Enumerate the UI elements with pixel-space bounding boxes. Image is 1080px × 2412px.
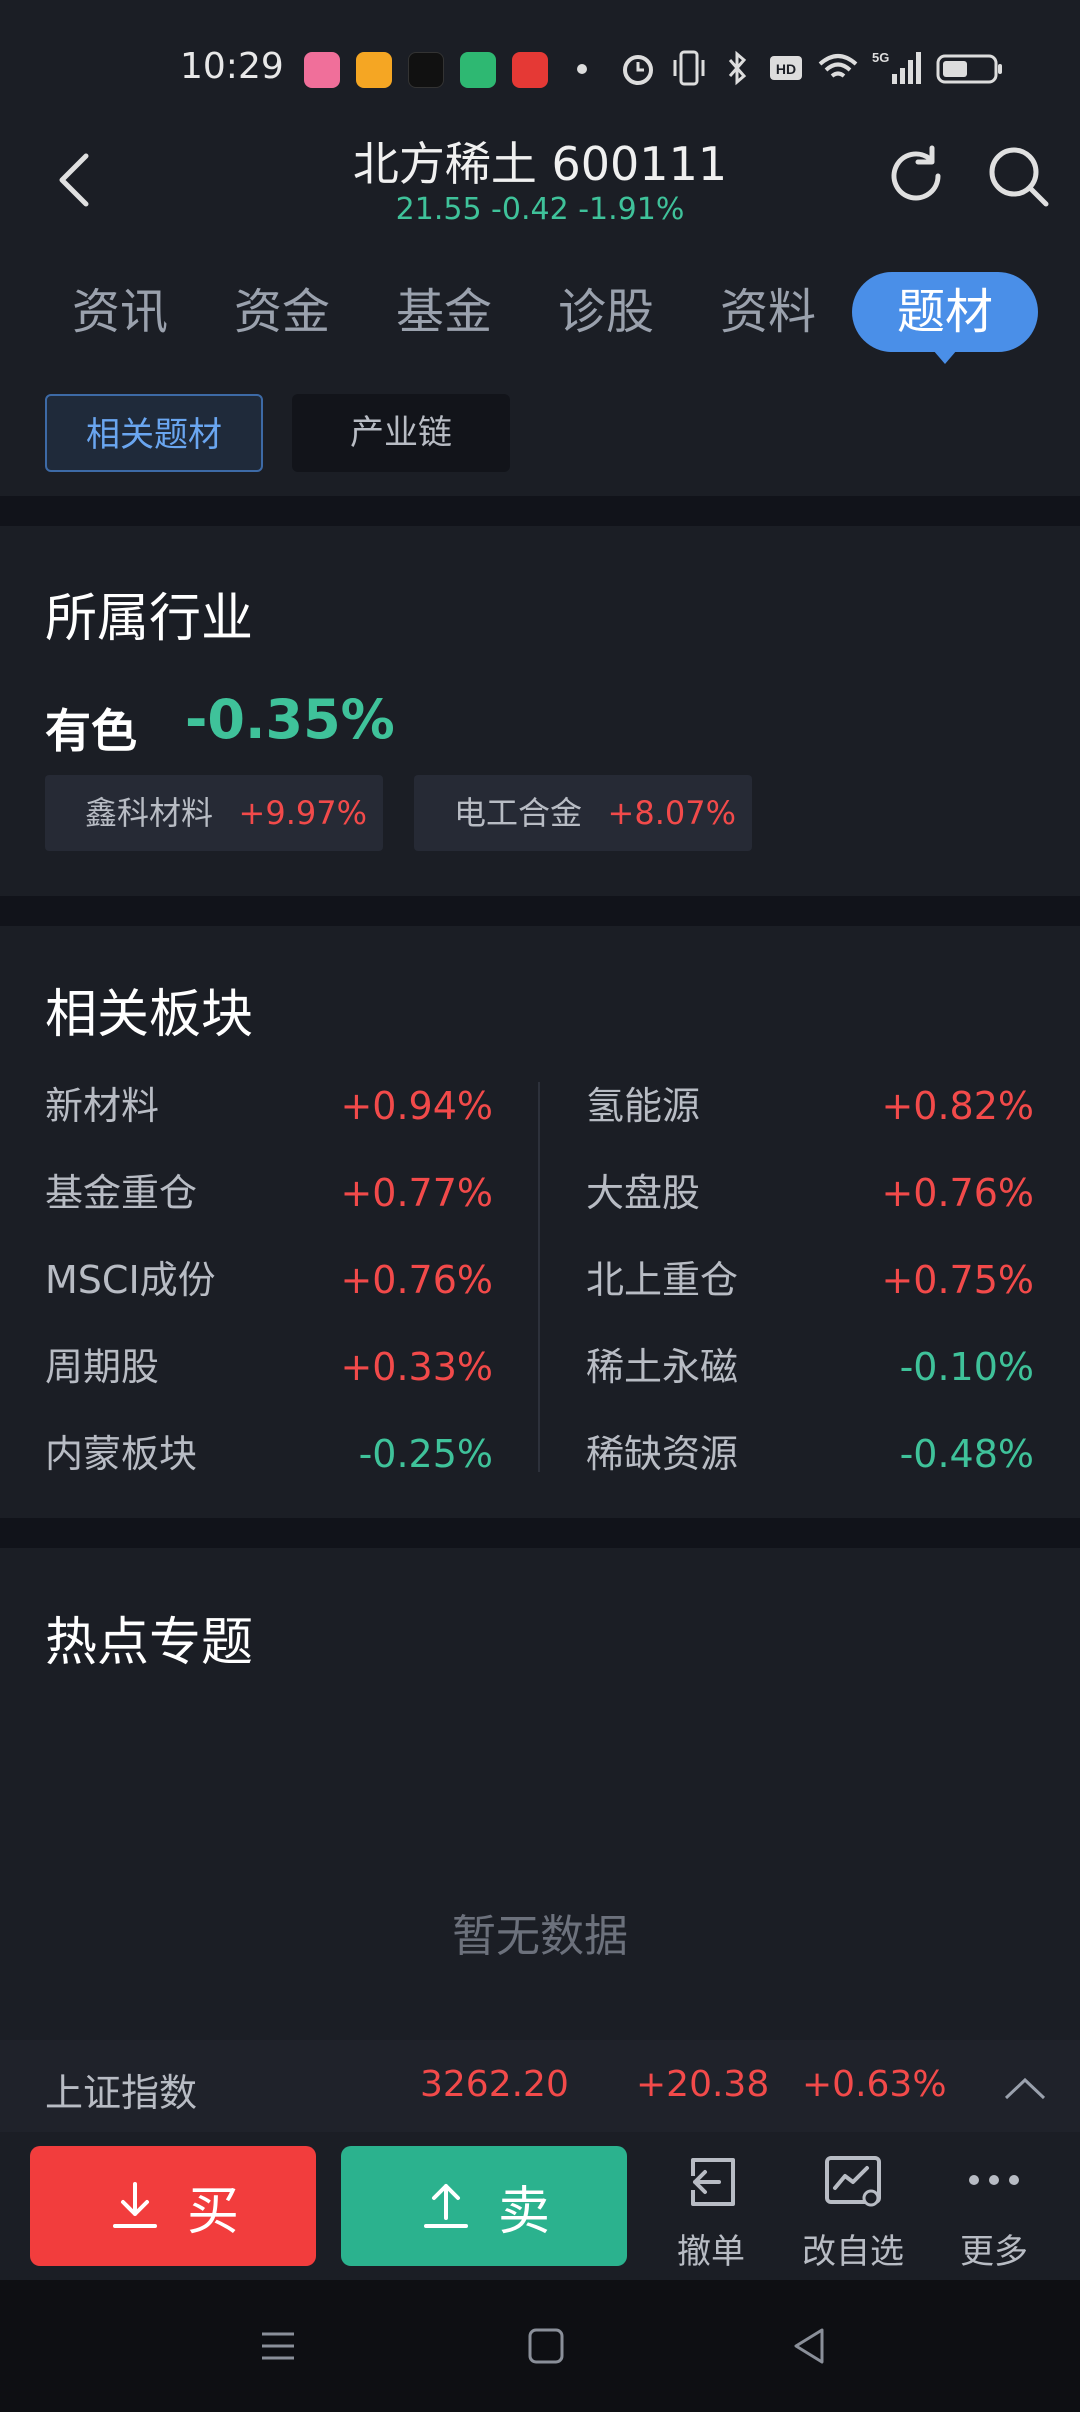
tiktok-app-icon [408,52,444,88]
sector-change: +0.94% [340,1084,493,1128]
chip-stock-name: 电工合金 [454,794,583,832]
buy-button[interactable]: 买 [30,2146,316,2266]
home-app-icon [460,52,496,88]
home-nav-icon[interactable] [524,2324,568,2368]
index-change: +20.38 [636,2064,770,2105]
subtab-industry-chain[interactable]: 产业链 [292,394,510,472]
sector-name: MSCI成份 [45,1258,216,1302]
sector-name: 内蒙板块 [45,1432,198,1476]
sector-row[interactable]: 氢能源 +0.82% [586,1076,1034,1136]
back-nav-icon[interactable] [788,2324,832,2368]
sector-name: 氢能源 [586,1084,701,1128]
sector-row[interactable]: 新材料 +0.94% [45,1076,493,1136]
sector-row[interactable]: 北上重仓 +0.75% [586,1250,1034,1310]
sector-row[interactable]: 周期股 +0.33% [45,1337,493,1397]
sector-change: +0.75% [881,1258,1034,1302]
buy-label: 买 [186,2181,239,2242]
bluetooth-icon [728,50,747,86]
sector-name: 大盘股 [586,1171,701,1215]
edit-watchlist-button[interactable]: 改自选 [783,2150,923,2272]
index-value: 3262.20 [420,2064,569,2105]
video-app-icon [356,52,392,88]
chip-stock-change: +8.07% [607,794,736,832]
more-button[interactable]: 更多 [924,2150,1064,2272]
index-name: 上证指数 [45,2071,198,2115]
search-icon[interactable] [982,140,1054,212]
sector-change: +0.76% [881,1171,1034,1215]
bilibili-app-icon [304,52,340,88]
sector-row[interactable]: 内蒙板块 -0.25% [45,1424,493,1484]
industry-section-title: 所属行业 [45,589,254,649]
cancel-order-label: 撤单 [677,2232,745,2272]
system-nav-bar [0,2280,1080,2412]
section-divider [0,896,1080,926]
sell-label: 卖 [497,2181,550,2242]
sector-name: 新材料 [45,1084,160,1128]
sector-change: +0.82% [881,1084,1034,1128]
sector-name: 稀缺资源 [586,1432,739,1476]
sector-row[interactable]: 稀土永磁 -0.10% [586,1337,1034,1397]
sector-row[interactable]: 大盘股 +0.76% [586,1163,1034,1223]
cancel-order-icon [691,2158,735,2206]
sector-change: +0.76% [340,1258,493,1302]
tab-diagnosis[interactable]: 诊股 [548,272,664,352]
tab-profile[interactable]: 资料 [710,272,826,352]
sectors-section-title: 相关板块 [45,985,254,1045]
signal-5g-icon: 5G [872,50,921,84]
notes-app-icon [512,52,548,88]
cancel-order-button[interactable]: 撤单 [641,2150,781,2272]
tab-news[interactable]: 资讯 [62,272,178,352]
section-divider [0,496,1080,526]
edit-watchlist-label: 改自选 [802,2232,904,2272]
sector-name: 周期股 [45,1345,160,1389]
sector-name: 基金重仓 [45,1171,198,1215]
sell-arrow-icon [423,2184,468,2228]
industry-change: -0.35% [185,688,395,751]
sell-button[interactable]: 卖 [341,2146,627,2266]
battery-icon [936,54,1002,84]
menu-nav-icon[interactable] [256,2324,300,2368]
edit-watchlist-icon [825,2156,881,2207]
svg-text:HD: HD [776,61,796,77]
sector-change: -0.10% [899,1345,1034,1389]
industry-name[interactable]: 有色 [45,695,137,761]
sector-change: -0.25% [358,1432,493,1476]
chevron-up-icon[interactable] [1000,2064,1050,2114]
status-bar: 10:29 HD 5G [0,0,1080,120]
sector-name: 稀土永磁 [586,1345,739,1389]
section-divider [0,1518,1080,1548]
hd-icon: HD [770,56,802,80]
buy-arrow-icon [112,2182,157,2228]
sector-row[interactable]: 基金重仓 +0.77% [45,1163,493,1223]
more-notifications-dot-icon [577,64,587,74]
sector-change: +0.77% [340,1171,493,1215]
more-dots-icon [969,2175,1019,2185]
sector-change: +0.33% [340,1345,493,1389]
svg-text:5G: 5G [872,50,889,65]
sector-change: -0.48% [899,1432,1034,1476]
subtab-related-themes[interactable]: 相关题材 [45,394,263,472]
index-change-percent: +0.63% [802,2064,947,2105]
empty-state-text: 暂无数据 [452,1911,628,1962]
status-time: 10:29 [180,46,284,87]
tab-bar: 资讯 资金 基金 诊股 资料 题材 [0,260,1080,360]
sector-name: 北上重仓 [586,1258,739,1302]
sector-row[interactable]: MSCI成份 +0.76% [45,1250,493,1310]
hot-topics-section-title: 热点专题 [45,1613,254,1673]
industry-stock-chip[interactable]: 电工合金 +8.07% [414,775,752,851]
more-label: 更多 [960,2232,1028,2272]
tab-funds-flow[interactable]: 资金 [224,272,340,352]
industry-stock-chip[interactable]: 鑫科材料 +9.97% [45,775,383,851]
wifi-icon [818,54,858,78]
refresh-icon[interactable] [880,140,952,212]
chip-stock-name: 鑫科材料 [85,794,214,832]
tab-fund[interactable]: 基金 [386,272,502,352]
tab-themes[interactable]: 题材 [852,272,1038,352]
sector-row[interactable]: 稀缺资源 -0.48% [586,1424,1034,1484]
sectors-column-divider [538,1082,540,1472]
chip-stock-change: +9.97% [238,794,367,832]
vibrate-icon [673,50,705,86]
alarm-icon [623,55,653,85]
